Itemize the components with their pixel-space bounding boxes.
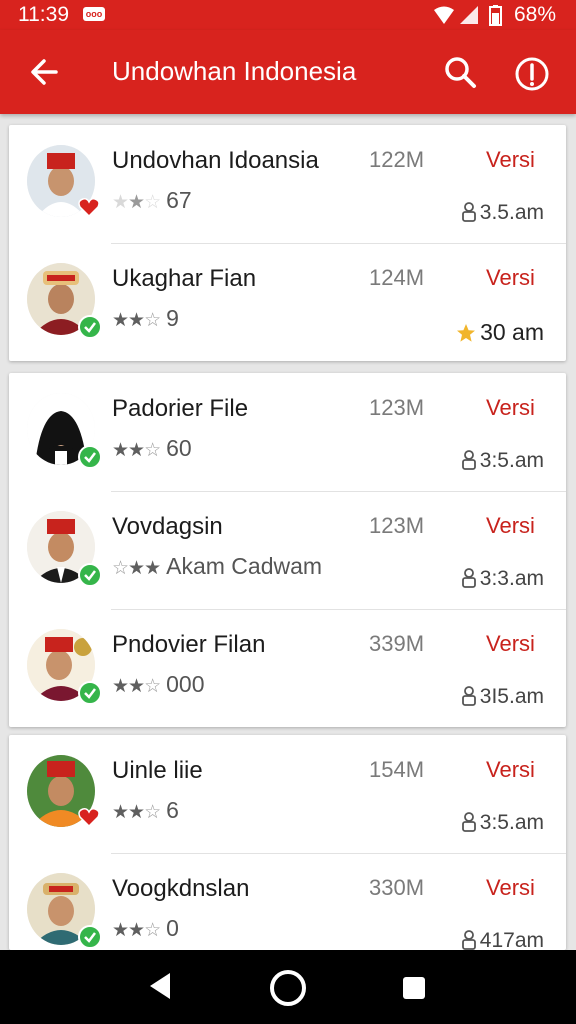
rating-value: 6 <box>166 797 179 823</box>
rating: ★★☆ 0 <box>112 915 179 942</box>
list-item[interactable]: Pndovier Filan 339M Versi ★★☆ 000 3I5.am <box>9 609 566 727</box>
list-item[interactable]: Padorier File 123M Versi ★★☆ 60 3:5.am <box>9 373 566 491</box>
app-card: Undovhan Idoansia 122M Versi ★★☆ 67 3.5.a… <box>9 125 566 361</box>
item-time: 3I5.am <box>461 685 544 712</box>
rating-value: 000 <box>166 671 205 697</box>
person-icon <box>461 202 476 228</box>
favorite-badge-icon <box>78 197 100 218</box>
star-rating-icon: ★★☆ <box>112 920 161 941</box>
star-rating-icon: ★★☆ <box>112 676 161 697</box>
home-circle-icon[interactable] <box>268 968 308 1013</box>
rating: ★★☆ 6 <box>112 797 179 824</box>
item-time: 3:5.am <box>461 449 544 476</box>
check-badge-icon <box>78 563 102 587</box>
versi-link[interactable]: Versi <box>486 265 535 291</box>
item-size: 154M <box>369 757 425 782</box>
check-badge-icon <box>78 925 102 949</box>
app-card: Padorier File 123M Versi ★★☆ 60 3:5.am Vo… <box>9 373 566 727</box>
app-bar: Undowhan Indonesia <box>0 30 576 114</box>
back-triangle-icon[interactable] <box>146 970 174 1007</box>
wifi-icon <box>434 6 454 24</box>
star-rating-icon: ★★☆ <box>112 440 161 461</box>
list-item[interactable]: Undovhan Idoansia 122M Versi ★★☆ 67 3.5.a… <box>9 125 566 243</box>
item-size: 123M <box>369 513 425 538</box>
rating: ★★☆ 60 <box>112 435 192 462</box>
rating: ★★☆ 9 <box>112 305 179 332</box>
rating-value: 67 <box>166 187 192 213</box>
rating: ☆★★ Akam Cadwam <box>112 553 322 580</box>
versi-link[interactable]: Versi <box>486 757 535 783</box>
item-time: 3:5.am <box>461 811 544 838</box>
check-badge-icon <box>78 681 102 705</box>
versi-link[interactable]: Versi <box>486 147 535 173</box>
back-arrow-icon[interactable] <box>26 54 62 90</box>
star-rating-icon: ★★☆ <box>112 802 161 823</box>
favorite-badge-icon <box>78 807 100 828</box>
item-time: 3.5.am <box>461 201 544 228</box>
signal-icon <box>460 6 478 24</box>
item-name: Undovhan Idoansia <box>112 147 319 174</box>
search-icon[interactable] <box>442 54 478 90</box>
check-badge-icon <box>78 445 102 469</box>
status-bar: 11:39 ooo 68% <box>0 0 576 30</box>
rating-value: 0 <box>166 915 179 941</box>
recents-square-icon[interactable] <box>400 974 428 1007</box>
person-icon <box>461 930 476 950</box>
battery-icon <box>489 5 502 26</box>
item-name: Ukaghar Fian <box>112 265 257 292</box>
item-name: Padorier File <box>112 395 249 422</box>
info-icon[interactable] <box>512 54 552 94</box>
person-icon <box>461 450 476 476</box>
star-rating-icon: ★★☆ <box>112 310 161 331</box>
versi-link[interactable]: Versi <box>486 631 535 657</box>
item-size: 330M <box>369 875 425 900</box>
rating: ★★☆ 67 <box>112 187 192 214</box>
star-rating-icon: ☆★★ <box>112 558 161 579</box>
person-icon <box>461 686 476 712</box>
versi-link[interactable]: Versi <box>486 513 535 539</box>
list-item[interactable]: Uinle liie 154M Versi ★★☆ 6 3:5.am <box>9 735 566 853</box>
status-time: 11:39 <box>18 3 69 26</box>
item-time: 417am <box>461 929 544 950</box>
person-icon <box>461 568 476 594</box>
item-time: 30 am <box>456 319 544 349</box>
star-icon <box>456 322 476 349</box>
carrier-badge: ooo <box>83 7 105 21</box>
page-title: Undowhan Indonesia <box>112 56 357 86</box>
list-item[interactable]: Vovdagsin 123M Versi ☆★★ Akam Cadwam 3:3.… <box>9 491 566 609</box>
star-rating-icon: ★★☆ <box>112 192 161 213</box>
item-size: 123M <box>369 395 425 420</box>
list-item[interactable]: Ukaghar Fian 124M Versi ★★☆ 9 30 am <box>9 243 566 361</box>
check-badge-icon <box>78 315 102 339</box>
list-item[interactable]: Voogkdnslan 330M Versi ★★☆ 0 417am <box>9 853 566 950</box>
versi-link[interactable]: Versi <box>486 395 535 421</box>
rating-value: 60 <box>166 435 192 461</box>
item-time: 3:3.am <box>461 567 544 594</box>
item-name: Voogkdnslan <box>112 875 250 902</box>
rating: ★★☆ 000 <box>112 671 205 698</box>
item-size: 124M <box>369 265 425 290</box>
item-name: Vovdagsin <box>112 513 223 540</box>
system-nav-bar <box>0 950 576 1024</box>
rating-value: 9 <box>166 305 179 331</box>
battery-percent: 68% <box>514 3 557 26</box>
person-icon <box>461 812 476 838</box>
app-card: Uinle liie 154M Versi ★★☆ 6 3:5.am Voogkd… <box>9 735 566 950</box>
item-size: 122M <box>369 147 425 172</box>
status-icons <box>432 5 510 32</box>
item-size: 339M <box>369 631 425 656</box>
item-name: Uinle liie <box>112 757 203 784</box>
item-name: Pndovier Filan <box>112 631 266 658</box>
rating-value: Akam Cadwam <box>166 553 323 579</box>
versi-link[interactable]: Versi <box>486 875 535 901</box>
